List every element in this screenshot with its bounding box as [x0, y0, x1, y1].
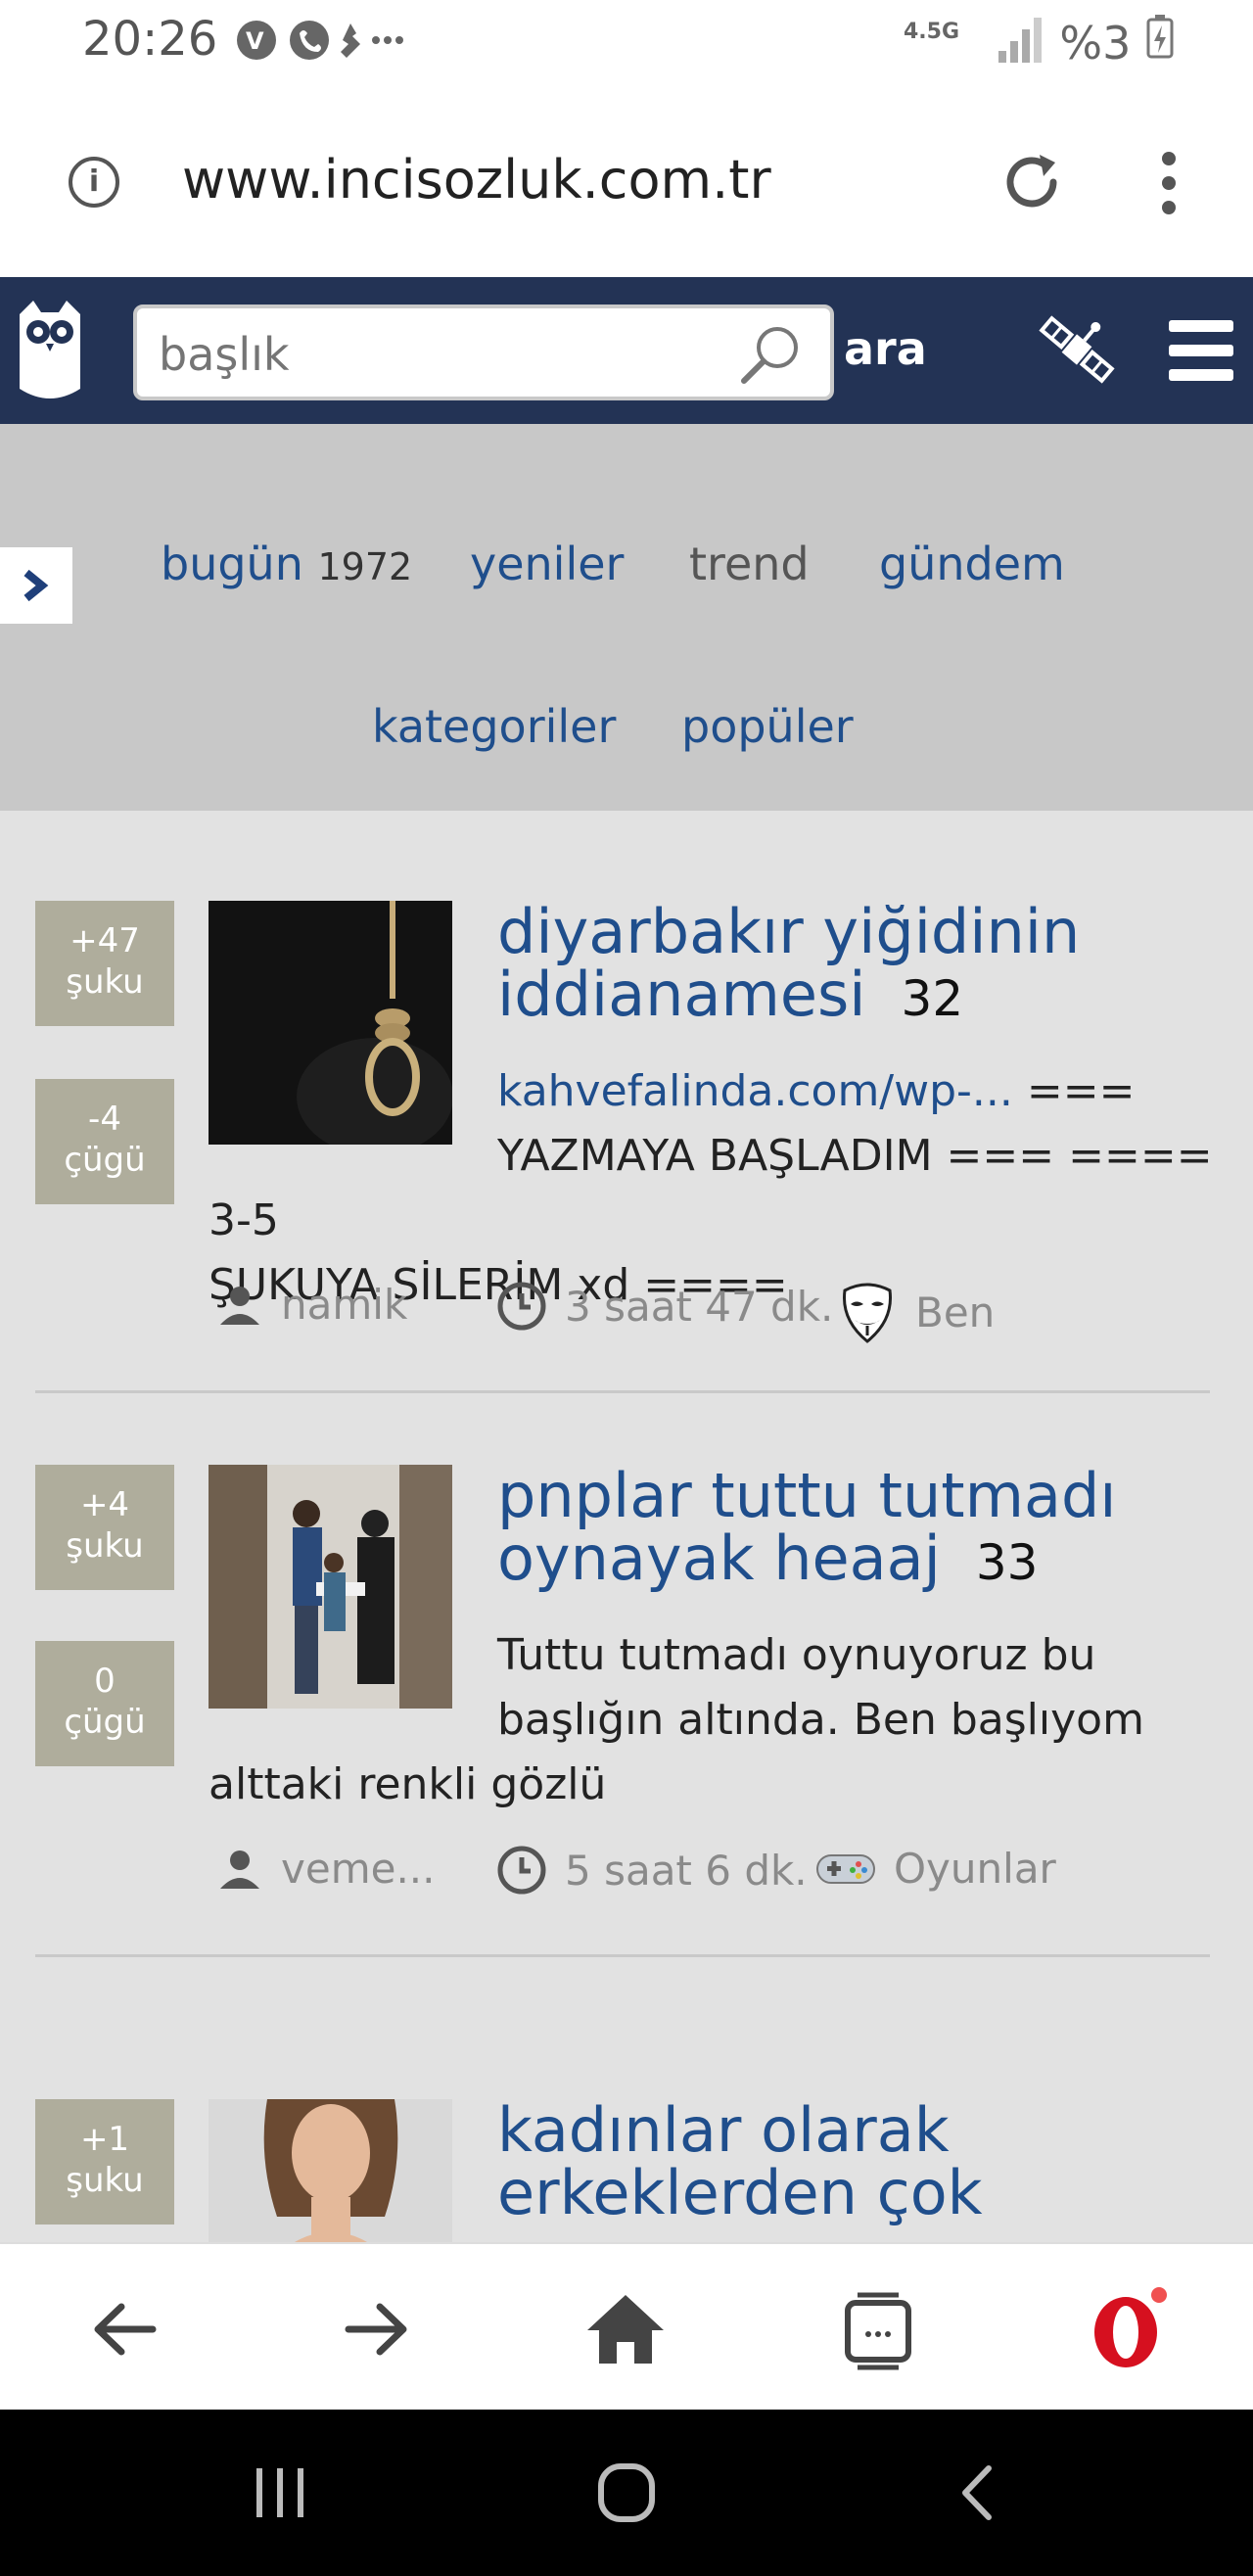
entry-title-link[interactable]: diyarbakır yiğidinin iddianamesi 32 — [497, 901, 1222, 1030]
notification-icons: V — [233, 16, 409, 74]
author-name: veme... — [281, 1845, 436, 1893]
home-icon[interactable] — [581, 2285, 670, 2373]
chevron-right-icon — [23, 569, 49, 602]
clock-icon — [497, 1282, 546, 1331]
excerpt-text-1: === — [1026, 1066, 1136, 1116]
downvote-label: çügü — [64, 1703, 146, 1742]
entry-title-link[interactable]: pnplar tuttu tutmadı oynayak heaaj 33 — [497, 1465, 1222, 1594]
browser-bottom-nav — [0, 2242, 1253, 2410]
upvote-label: şuku — [66, 2161, 144, 2200]
entry-excerpt: kahvefalinda.com/wp-... === YAZMAYA BAŞL… — [209, 1059, 1217, 1318]
svg-text:V: V — [246, 27, 274, 55]
browser-menu-icon[interactable] — [1159, 149, 1179, 217]
browser-address-bar: i www.incisozluk.com.tr — [0, 88, 1253, 277]
nav-gundem[interactable]: gündem — [879, 538, 1065, 590]
site-info-icon[interactable]: i — [69, 157, 119, 208]
tabs-icon[interactable] — [834, 2285, 922, 2373]
upvote-button[interactable]: +47 şuku — [35, 901, 174, 1026]
system-nav-bar — [0, 2410, 1253, 2576]
entry-title: diyarbakır yiğidinin iddianamesi — [497, 896, 1081, 1030]
signal-icon — [998, 18, 1042, 63]
reload-icon[interactable] — [997, 147, 1067, 217]
battery-icon — [1146, 15, 1174, 59]
entry-time: 3 saat 47 dk. — [496, 1281, 833, 1332]
search-icon[interactable] — [738, 322, 803, 387]
entry-author[interactable]: veme... — [216, 1845, 436, 1893]
downvote-count: -4 — [88, 1100, 121, 1139]
entry-title-link[interactable]: kadınlar olarak erkeklerden çok — [497, 2099, 1222, 2225]
nav-trend[interactable]: trend — [689, 538, 810, 590]
nav-bugun-count: 1972 — [317, 545, 413, 588]
downvote-count: 0 — [94, 1662, 116, 1701]
opera-menu-icon[interactable] — [1083, 2285, 1171, 2373]
mask-icon — [842, 1283, 893, 1343]
sidebar-toggle[interactable] — [0, 547, 72, 624]
status-bar: 20:26 V 4.5G %3 — [0, 0, 1253, 88]
hamburger-menu-icon[interactable] — [1169, 320, 1233, 381]
upvote-count: +1 — [79, 2120, 130, 2159]
author-name: namik — [281, 1281, 408, 1329]
system-back-icon[interactable] — [940, 2459, 1018, 2527]
entry-thumbnail[interactable] — [209, 2099, 452, 2242]
user-icon — [220, 1850, 259, 1889]
entry-meta: namik 3 saat 47 dk. Ben — [209, 1281, 1227, 1349]
owl-logo-icon[interactable] — [12, 295, 88, 404]
clock-icon — [497, 1846, 546, 1895]
upvote-button[interactable]: +4 şuku — [35, 1465, 174, 1590]
entry-author[interactable]: namik — [216, 1281, 407, 1329]
battery-percent: %3 — [1059, 17, 1132, 70]
status-time: 20:26 — [82, 12, 218, 67]
entry-category[interactable]: Ben — [837, 1281, 995, 1343]
user-icon — [220, 1286, 259, 1325]
battery: %3 — [1059, 14, 1175, 70]
category-name: Ben — [915, 1288, 996, 1336]
upvote-count: +47 — [70, 921, 140, 960]
entry-title: kadınlar olarak erkeklerden çok — [497, 2094, 983, 2228]
entry-count: 32 — [901, 970, 964, 1027]
nav-bugun[interactable]: bugün 1972 — [161, 538, 412, 590]
downvote-button[interactable]: 0 çügü — [35, 1641, 174, 1766]
entry-time-text: 3 saat 47 dk. — [565, 1282, 834, 1331]
nav-populer[interactable]: popüler — [681, 700, 854, 753]
entry-divider — [35, 1390, 1210, 1393]
back-icon[interactable] — [82, 2285, 170, 2373]
gamepad-icon — [816, 1853, 875, 1884]
forward-icon[interactable] — [331, 2285, 419, 2373]
search-box — [133, 304, 834, 400]
entry-excerpt: Tuttu tutmadı oynuyoruz bu başlığın altı… — [209, 1623, 1217, 1817]
url-text[interactable]: www.incisozluk.com.tr — [182, 149, 771, 211]
entry-meta: veme... 5 saat 6 dk. Oyunlar — [209, 1845, 1227, 1913]
entry-count: 33 — [975, 1534, 1039, 1591]
downvote-button[interactable]: -4 çügü — [35, 1079, 174, 1204]
nav-yeniler[interactable]: yeniler — [470, 538, 624, 590]
excerpt-text-1: Tuttu tutmadı oynuyoruz bu — [497, 1630, 1096, 1680]
upvote-label: şuku — [66, 1526, 144, 1566]
excerpt-text-3: alttaki renkli gözlü — [209, 1759, 607, 1809]
excerpt-text-2: başlığın altında. Ben başlıyom — [497, 1695, 1144, 1745]
upvote-label: şuku — [66, 962, 144, 1002]
entry-divider — [35, 1954, 1210, 1957]
recent-apps-icon[interactable] — [241, 2459, 319, 2527]
category-name: Oyunlar — [894, 1845, 1056, 1893]
notification-icon-group: V — [237, 21, 403, 60]
search-button[interactable]: ara — [844, 322, 927, 375]
entry-time-text: 5 saat 6 dk. — [565, 1846, 808, 1895]
network-type: 4.5G — [903, 20, 959, 44]
entry-category[interactable]: Oyunlar — [815, 1845, 1056, 1893]
excerpt-text-2: YAZMAYA BAŞLADIM === ==== 3-5 — [209, 1131, 1213, 1245]
site-header: ara — [0, 277, 1253, 424]
category-nav: bugün 1972 yeniler trend gündem kategori… — [0, 424, 1253, 811]
nav-bugun-label: bugün — [161, 538, 303, 590]
search-input[interactable] — [157, 324, 728, 385]
system-home-icon[interactable] — [587, 2459, 666, 2527]
entry-time: 5 saat 6 dk. — [496, 1845, 808, 1896]
upvote-count: +4 — [79, 1485, 130, 1524]
nav-kategoriler[interactable]: kategoriler — [372, 700, 616, 753]
entry-feed: +47 şuku -4 çügü diyarbakır yiğidinin id… — [0, 811, 1253, 2242]
upvote-button[interactable]: +1 şuku — [35, 2099, 174, 2225]
downvote-label: çügü — [64, 1141, 146, 1180]
satellite-icon[interactable] — [1034, 306, 1120, 393]
excerpt-link[interactable]: kahvefalinda.com/wp-... — [497, 1066, 1013, 1116]
